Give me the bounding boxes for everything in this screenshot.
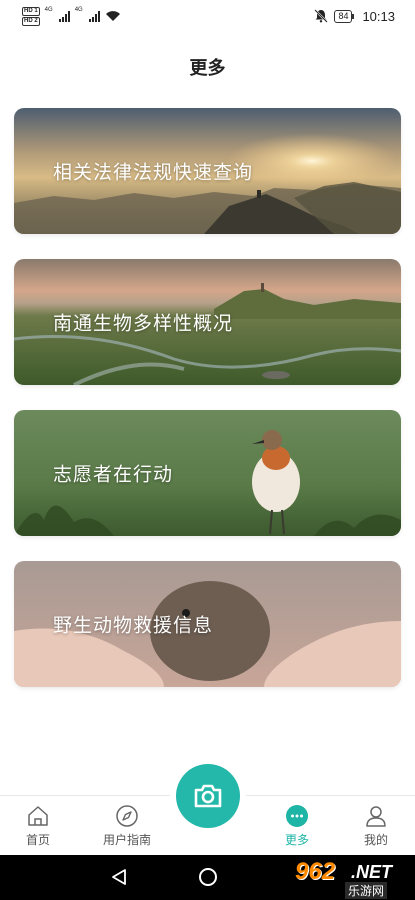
card-volunteers-label: 志愿者在行动 — [53, 464, 174, 486]
signal1-icon — [58, 10, 70, 22]
nav-item-more[interactable]: 更多 — [257, 804, 337, 848]
mute-bell-icon — [314, 9, 329, 23]
card-rescue-label: 野生动物救援信息 — [53, 615, 214, 637]
card-biodiversity-overview[interactable]: 南通生物多样性概况 — [14, 259, 401, 385]
nav-more-label: 更多 — [284, 833, 309, 847]
watermark-logo: 962 .NET 乐游网 — [279, 858, 407, 899]
watermark-sub: 乐游网 — [345, 882, 388, 899]
card-laws-regulations[interactable]: 相关法律法规快速查询 — [14, 108, 401, 234]
card-volunteers[interactable]: 志愿者在行动 — [14, 410, 401, 536]
back-triangle-icon[interactable] — [110, 868, 128, 886]
watermark-number: 962 — [295, 858, 336, 885]
wifi-icon — [105, 11, 120, 21]
hd-indicators: HD 1 HD 2 — [22, 6, 40, 26]
camera-button[interactable] — [176, 764, 240, 828]
signal2-icon — [88, 10, 100, 22]
camera-icon — [194, 784, 222, 808]
compass-icon — [116, 805, 138, 827]
card-wildlife-rescue[interactable]: 野生动物救援信息 — [14, 561, 401, 687]
more-dots-icon — [286, 805, 308, 827]
nav-item-user-guide[interactable]: 用户指南 — [87, 804, 167, 848]
clock: 10:13 — [362, 8, 395, 24]
nav-mine-label: 我的 — [363, 833, 388, 847]
home-circle-button[interactable] — [199, 868, 217, 886]
hd2-badge: HD 2 — [22, 16, 40, 26]
hd1-badge: HD 1 — [22, 6, 40, 16]
status-right: 84 10:13 — [314, 9, 395, 24]
page-title: 更多 — [189, 58, 226, 78]
nav-item-mine[interactable]: 我的 — [336, 804, 415, 848]
user-icon — [366, 806, 386, 827]
status-left: HD 1 HD 2 4G 4G — [22, 6, 121, 26]
home-icon — [28, 806, 48, 826]
network1-label: 4G — [44, 6, 53, 13]
nav-item-home[interactable]: 首页 — [0, 804, 78, 848]
card-biodiversity-label: 南通生物多样性概况 — [53, 313, 234, 335]
network2-label: 4G — [74, 6, 83, 13]
nav-guide-label: 用户指南 — [102, 833, 151, 847]
battery-icon: 84 — [334, 9, 355, 23]
card-laws-label: 相关法律法规快速查询 — [53, 162, 254, 184]
nav-home-label: 首页 — [25, 833, 50, 847]
watermark-net: .NET — [351, 862, 393, 882]
status-bar: HD 1 HD 2 4G 4G 84 10:13 — [0, 0, 415, 32]
